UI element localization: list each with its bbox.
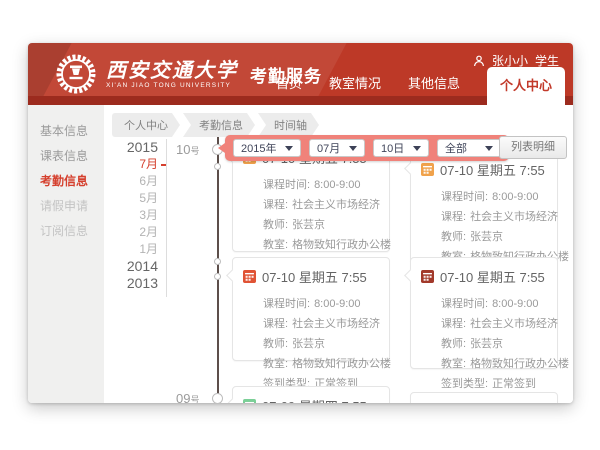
calendar-icon xyxy=(421,270,434,283)
day-marker-10: 10号 xyxy=(176,141,199,159)
breadcrumb-attendance-info[interactable]: 考勤信息 xyxy=(183,113,255,137)
field-value: 8:00-9:00 xyxy=(492,191,538,203)
list-detail-button[interactable]: 列表明细 xyxy=(499,136,567,159)
scale-month-1[interactable]: 1月 xyxy=(110,241,158,258)
field-value: 社会主义市场经济 xyxy=(292,199,380,211)
field-value: 格物致知行政办公楼 xyxy=(292,358,391,370)
filter-bar: 2015年 07月 10日 全部 xyxy=(225,135,509,161)
sidebar: 基本信息 课表信息 考勤信息 请假申请 订阅信息 xyxy=(28,105,104,403)
field-value: 格物致知行政办公楼 xyxy=(470,358,569,370)
field-label: 课程: xyxy=(441,318,466,330)
main-nav: 首页 教室情况 其他信息 个人中心 xyxy=(276,67,565,105)
field-value: 张芸京 xyxy=(292,338,325,350)
field-label: 教师: xyxy=(441,231,466,243)
field-label: 课程: xyxy=(263,318,288,330)
field-label: 课程时间: xyxy=(441,191,488,203)
breadcrumb-timeline[interactable]: 时间轴 xyxy=(258,113,319,137)
field-value: 张芸京 xyxy=(470,338,503,350)
attendance-card: 07-09 星期四 7:55 xyxy=(232,386,390,403)
field-label: 课程时间: xyxy=(441,298,488,310)
scale-month-7[interactable]: 7月 xyxy=(110,156,158,173)
screen: 西安交通大学 XI'AN JIAO TONG UNIVERSITY 考勤服务 张… xyxy=(0,0,600,450)
university-name-en: XI'AN JIAO TONG UNIVERSITY xyxy=(106,82,238,89)
card-date: 07-10 星期五 7:55 xyxy=(440,267,545,286)
field-value: 8:00-9:00 xyxy=(314,298,360,310)
breadcrumb-personal-center[interactable]: 个人中心 xyxy=(112,113,180,137)
scale-year-2014[interactable]: 2014 xyxy=(110,258,158,275)
calendar-icon xyxy=(421,163,434,176)
scale-year-2015[interactable]: 2015 xyxy=(110,139,158,156)
card-date: 07-09 星期四 7:55 xyxy=(262,396,367,403)
month-select[interactable]: 07月 xyxy=(309,139,365,157)
nav-item-home[interactable]: 首页 xyxy=(276,73,302,105)
university-name-cn: 西安交通大学 xyxy=(106,59,238,81)
chevron-down-icon xyxy=(413,146,421,151)
scale-year-2013[interactable]: 2013 xyxy=(110,275,158,292)
field-label: 教室: xyxy=(441,358,466,370)
timeline-node xyxy=(214,258,221,265)
attendance-card xyxy=(410,392,558,403)
nav-item-other-info[interactable]: 其他信息 xyxy=(408,73,460,105)
chevron-down-icon xyxy=(285,146,293,151)
field-label: 课程时间: xyxy=(263,298,310,310)
nav-item-personal-center[interactable]: 个人中心 xyxy=(487,67,565,105)
attendance-card: 07-10 星期五 7:55 课程时间: 8:00-9:00 课程: 社会主义市场经… xyxy=(410,150,558,264)
person-icon xyxy=(473,55,485,67)
card-date: 07-10 星期五 7:55 xyxy=(440,160,545,179)
field-label: 教师: xyxy=(263,219,288,231)
year-select[interactable]: 2015年 xyxy=(233,139,301,157)
sidebar-item-schedule-info[interactable]: 课表信息 xyxy=(40,144,104,169)
chevron-down-icon xyxy=(349,146,357,151)
field-label: 教师: xyxy=(441,338,466,350)
calendar-icon xyxy=(243,270,256,283)
scale-month-2[interactable]: 2月 xyxy=(110,224,158,241)
university-logo-icon xyxy=(54,52,98,96)
attendance-card: 07-10 星期五 7:55 课程时间: 8:00-9:00 课程: 社会主义市场经… xyxy=(410,257,558,369)
scale-month-6[interactable]: 6月 xyxy=(110,173,158,190)
sidebar-item-leave-request[interactable]: 请假申请 xyxy=(40,194,104,219)
scale-month-3[interactable]: 3月 xyxy=(110,207,158,224)
timeline-scale: 2015 7月 6月 5月 3月 2月 1月 2014 2013 xyxy=(110,139,158,292)
field-value: 8:00-9:00 xyxy=(492,298,538,310)
field-label: 课程: xyxy=(441,211,466,223)
field-value: 社会主义市场经济 xyxy=(292,318,380,330)
timeline-node xyxy=(212,393,223,403)
field-value: 张芸京 xyxy=(292,219,325,231)
field-value: 正常签到 xyxy=(492,378,536,390)
field-label: 课程时间: xyxy=(263,179,310,191)
timeline-node xyxy=(214,163,221,170)
field-label: 教室: xyxy=(263,358,288,370)
scale-divider xyxy=(166,139,167,297)
chevron-down-icon xyxy=(485,146,493,151)
field-label: 教室: xyxy=(263,239,288,251)
field-value: 社会主义市场经济 xyxy=(470,318,558,330)
breadcrumb: 个人中心 考勤信息 时间轴 xyxy=(109,113,319,137)
attendance-card: 07-10 星期五 7:55 课程时间: 8:00-9:00 课程: 社会主义市场经… xyxy=(232,257,390,361)
field-label: 课程: xyxy=(263,199,288,211)
field-value: 社会主义市场经济 xyxy=(470,211,558,223)
day-select[interactable]: 10日 xyxy=(373,139,429,157)
card-date: 07-10 星期五 7:55 xyxy=(262,267,367,286)
field-value: 格物致知行政办公楼 xyxy=(292,239,391,251)
field-label: 教师: xyxy=(263,338,288,350)
field-value: 张芸京 xyxy=(470,231,503,243)
scale-month-5[interactable]: 5月 xyxy=(110,190,158,207)
app-header: 西安交通大学 XI'AN JIAO TONG UNIVERSITY 考勤服务 张… xyxy=(28,43,573,105)
content-area: 个人中心 考勤信息 时间轴 2015 7月 6月 5月 3月 2月 1月 201… xyxy=(104,105,573,403)
nav-item-classrooms[interactable]: 教室情况 xyxy=(329,73,381,105)
app-window: 西安交通大学 XI'AN JIAO TONG UNIVERSITY 考勤服务 张… xyxy=(28,43,573,403)
timeline-node xyxy=(214,273,221,280)
timeline-axis xyxy=(217,135,219,403)
sidebar-item-attendance-info[interactable]: 考勤信息 xyxy=(40,169,104,194)
calendar-icon xyxy=(243,399,256,403)
sidebar-item-basic-info[interactable]: 基本信息 xyxy=(40,119,104,144)
day-marker-09: 09号 xyxy=(176,390,199,403)
field-value: 8:00-9:00 xyxy=(314,179,360,191)
field-label: 签到类型: xyxy=(441,378,488,390)
type-select[interactable]: 全部 xyxy=(437,139,501,157)
sidebar-item-subscription-info[interactable]: 订阅信息 xyxy=(40,219,104,244)
